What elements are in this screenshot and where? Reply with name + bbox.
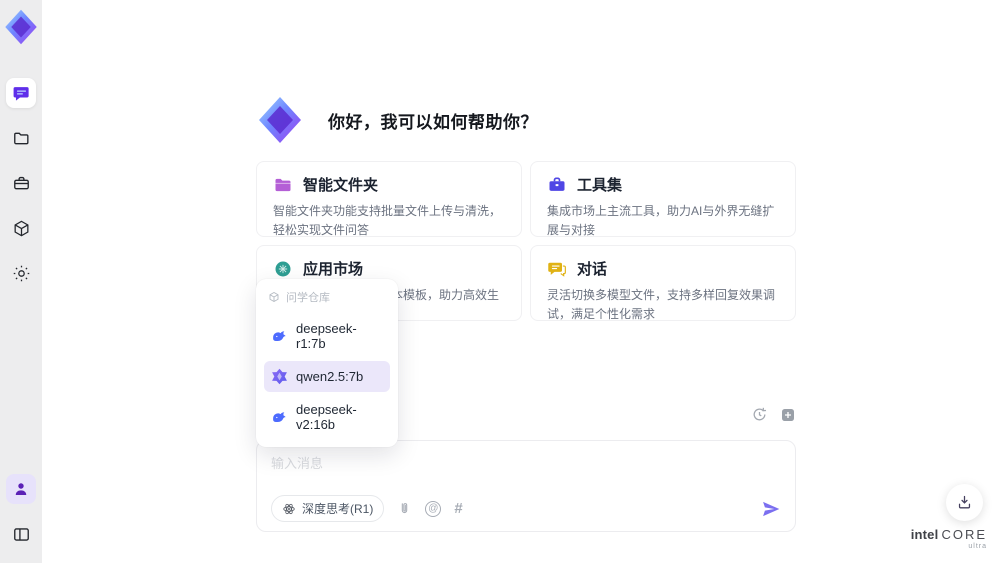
repository-icon	[269, 291, 279, 303]
core-wordmark: core	[941, 527, 987, 542]
folder-icon	[275, 178, 291, 191]
model-option-label: deepseek-v2:16b	[296, 402, 357, 432]
message-input[interactable]	[271, 453, 628, 477]
card-desc: 智能文件夹功能支持批量文件上传与清洗，轻松实现文件问答	[273, 204, 502, 237]
send-icon	[763, 501, 780, 516]
model-option-deepseek-r1[interactable]: deepseek-r1:7b	[264, 314, 390, 358]
cube-icon	[14, 220, 28, 236]
sidebar-item-folders[interactable]	[6, 123, 36, 153]
card-title: 智能文件夹	[303, 177, 379, 194]
card-title: 工具集	[577, 177, 623, 194]
sidebar-item-user[interactable]	[6, 474, 36, 504]
sidebar-item-models[interactable]	[6, 213, 36, 243]
card-title: 对话	[577, 261, 608, 278]
greeting-logo-icon	[259, 97, 301, 143]
deep-think-toggle[interactable]: 深度思考(R1)	[271, 495, 385, 522]
model-dropdown-header-label: 问学仓库	[286, 292, 330, 304]
card-title: 应用市场	[303, 261, 364, 278]
card-desc: 灵活切换多模型文件，支持多样回复效果调试，满足个性化需求	[547, 288, 776, 321]
composer: 深度思考(R1) @ #	[256, 440, 796, 532]
greeting-title: 你好，我可以如何帮助你？	[328, 112, 538, 132]
chat-bubble-icon	[548, 262, 566, 277]
hash-icon[interactable]: #	[454, 500, 462, 517]
deepseek-whale-icon	[273, 330, 286, 341]
sidebar-item-chat[interactable]	[6, 78, 36, 108]
chat-icon	[13, 86, 29, 101]
model-option-deepseek-v2[interactable]: deepseek-v2:16b	[264, 395, 390, 439]
sidebar-item-toolbox[interactable]	[6, 168, 36, 198]
atom-icon	[283, 503, 295, 514]
history-icon[interactable]	[751, 406, 768, 423]
model-dropdown: 问学仓库 deepseek-r1:7b qwen2.5:7b deepseek-…	[256, 279, 398, 447]
card-desc: 集成市场上主流工具，助力AI与外界无缝扩展与对接	[547, 204, 775, 237]
qwen-logo-icon	[272, 368, 287, 385]
card-head: 智能文件夹	[273, 174, 505, 195]
briefcase-icon	[549, 177, 565, 191]
deep-think-label: 深度思考(R1)	[302, 502, 374, 516]
card-head: 应用市场	[273, 258, 505, 279]
composer-actions: 深度思考(R1) @ #	[271, 495, 781, 522]
greeting: 你好，我可以如何帮助你？	[256, 95, 796, 145]
folder-icon	[13, 132, 29, 144]
paperclip-icon[interactable]	[397, 501, 412, 516]
sidebar-item-panel[interactable]	[6, 519, 36, 549]
mention-icon[interactable]: @	[425, 500, 442, 517]
app-logo-icon	[5, 9, 37, 45]
intel-core-row: intel core	[911, 528, 987, 541]
ultra-wordmark: ultra	[968, 543, 987, 550]
panel-icon	[13, 527, 29, 541]
briefcase-icon	[13, 176, 29, 189]
model-dropdown-header: 问学仓库	[264, 287, 390, 314]
model-option-qwen[interactable]: qwen2.5:7b	[264, 361, 390, 392]
deepseek-whale-icon	[273, 411, 286, 422]
new-chat-icon[interactable]	[780, 407, 796, 423]
intel-wordmark: intel	[910, 527, 939, 542]
intel-core-badge: intel core ultra	[911, 528, 987, 550]
gear-icon	[13, 265, 29, 281]
card-head: 对话	[547, 258, 779, 279]
download-button[interactable]	[946, 484, 983, 521]
toolbar-right-icons	[751, 406, 796, 423]
market-icon	[275, 261, 291, 276]
main-content: 你好，我可以如何帮助你？ 智能文件夹 智能文件夹功能支持批量文件上传与清洗，轻松…	[256, 0, 796, 532]
user-icon	[15, 483, 27, 495]
sidebar	[0, 0, 42, 563]
model-option-label: deepseek-r1:7b	[296, 321, 357, 351]
card-toolset[interactable]: 工具集 集成市场上主流工具，助力AI与外界无缝扩展与对接	[530, 161, 796, 237]
sidebar-item-settings[interactable]	[6, 258, 36, 288]
download-icon	[958, 495, 971, 509]
card-conversation[interactable]: 对话 灵活切换多模型文件，支持多样回复效果调试，满足个性化需求	[530, 245, 796, 321]
card-smart-folder[interactable]: 智能文件夹 智能文件夹功能支持批量文件上传与清洗，轻松实现文件问答	[256, 161, 522, 237]
send-button[interactable]	[761, 499, 781, 519]
app-window: 你好，我可以如何帮助你？ 智能文件夹 智能文件夹功能支持批量文件上传与清洗，轻松…	[0, 0, 1000, 563]
card-head: 工具集	[547, 174, 779, 195]
model-option-label: qwen2.5:7b	[296, 369, 364, 384]
